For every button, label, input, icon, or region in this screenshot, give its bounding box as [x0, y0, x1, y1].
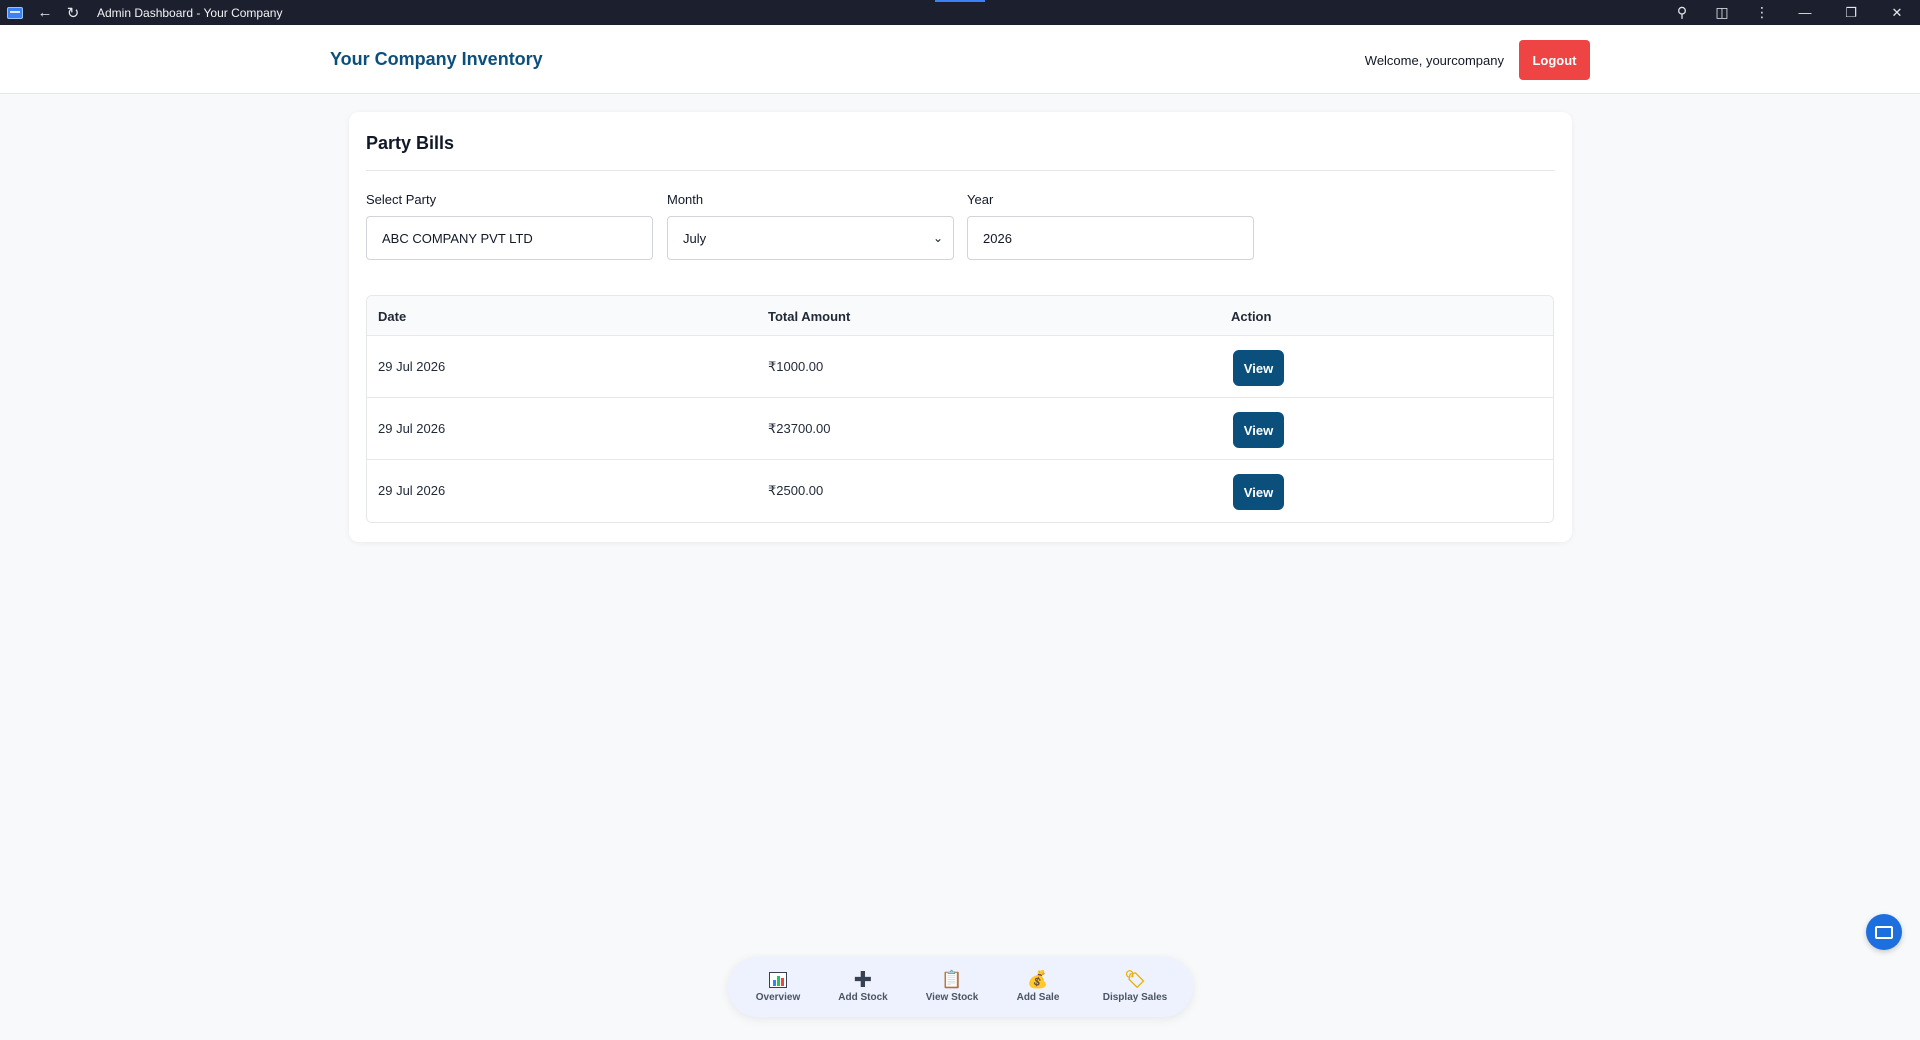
row-date: 29 Jul 2026: [378, 483, 446, 498]
month-label: Month: [667, 192, 704, 207]
table-row: 29 Jul 2026 ₹1000.00 View: [367, 336, 1553, 398]
column-header-action: Action: [1231, 309, 1272, 324]
month-select[interactable]: July ⌄: [667, 216, 954, 260]
more-menu-icon[interactable]: ⋮: [1742, 0, 1782, 25]
year-label: Year: [967, 192, 994, 207]
page-title: Party Bills: [366, 133, 455, 153]
year-value: 2026: [983, 230, 1012, 246]
nav-item-display-sales[interactable]: 🏷 Display Sales: [1090, 970, 1180, 1003]
table-header: Date Total Amount Action: [367, 296, 1553, 336]
clipboard-icon: 📋: [941, 970, 963, 989]
view-button[interactable]: View: [1233, 350, 1284, 386]
party-label: Select Party: [366, 192, 437, 207]
restore-icon[interactable]: ❐: [1828, 0, 1874, 25]
nav-label: Add Stock: [838, 992, 888, 1003]
row-amount: ₹23700.00: [768, 421, 831, 436]
party-value: ABC COMPANY PVT LTD: [382, 230, 533, 246]
zoom-icon[interactable]: ⚲: [1662, 0, 1702, 25]
brand-title[interactable]: Your Company Inventory: [330, 49, 543, 70]
window-title: Admin Dashboard - Your Company: [97, 5, 283, 20]
screen-share-button[interactable]: [1866, 914, 1902, 950]
bills-table: Date Total Amount Action 29 Jul 2026 ₹10…: [366, 295, 1554, 523]
table-row: 29 Jul 2026 ₹23700.00 View: [367, 398, 1553, 460]
screen-icon: [1875, 925, 1893, 939]
table-row: 29 Jul 2026 ₹2500.00 View: [367, 460, 1553, 522]
nav-item-add-sale[interactable]: 💰 Add Sale: [998, 970, 1078, 1003]
logout-button[interactable]: Logout: [1519, 40, 1590, 80]
money-bag-icon: 💰: [1027, 970, 1049, 989]
row-amount: ₹1000.00: [768, 359, 824, 374]
nav-label: Add Sale: [1016, 992, 1060, 1003]
plus-icon: ✚: [853, 967, 873, 992]
nav-item-view-stock[interactable]: 📋 View Stock: [912, 970, 992, 1003]
view-button[interactable]: View: [1233, 412, 1284, 448]
bar-chart-icon: [769, 972, 787, 988]
back-arrow-icon[interactable]: ←: [33, 1, 57, 25]
title-divider: [366, 170, 1555, 171]
reload-icon[interactable]: ↻: [61, 1, 85, 25]
app-icon: [7, 6, 23, 19]
close-icon[interactable]: ✕: [1874, 0, 1920, 25]
row-date: 29 Jul 2026: [378, 421, 446, 436]
nav-label: View Stock: [925, 992, 979, 1003]
chevron-down-icon: ⌄: [932, 231, 943, 245]
browser-toolbar: ⚲ ◫ ⋮ — ❐ ✕: [1662, 0, 1920, 25]
tab-indicator: [935, 0, 985, 2]
party-bills-card: Party Bills Select Party ABC COMPANY PVT…: [349, 112, 1572, 542]
view-button[interactable]: View: [1233, 474, 1284, 510]
year-input[interactable]: 2026: [967, 216, 1254, 260]
nav-label: Overview: [755, 992, 801, 1003]
month-value: July: [683, 230, 707, 246]
bottom-nav: Overview ✚ Add Stock 📋 View Stock 💰 Add …: [728, 957, 1193, 1017]
nav-label: Display Sales: [1102, 992, 1168, 1003]
tag-icon: 🏷: [1124, 970, 1146, 989]
column-header-date: Date: [378, 309, 407, 324]
row-amount: ₹2500.00: [768, 483, 824, 498]
column-header-total-amount: Total Amount: [768, 309, 851, 324]
browser-titlebar: ← ↻ Admin Dashboard - Your Company ⚲ ◫ ⋮…: [0, 0, 1920, 25]
party-input[interactable]: ABC COMPANY PVT LTD: [366, 216, 653, 260]
app-header: Your Company Inventory Welcome, yourcomp…: [0, 25, 1920, 94]
minimize-icon[interactable]: —: [1782, 0, 1828, 25]
nav-item-overview[interactable]: Overview: [738, 970, 818, 1003]
row-date: 29 Jul 2026: [378, 359, 446, 374]
nav-item-add-stock[interactable]: ✚ Add Stock: [823, 967, 903, 1004]
extensions-icon[interactable]: ◫: [1702, 0, 1742, 25]
welcome-text: Welcome, yourcompany: [1364, 53, 1504, 68]
